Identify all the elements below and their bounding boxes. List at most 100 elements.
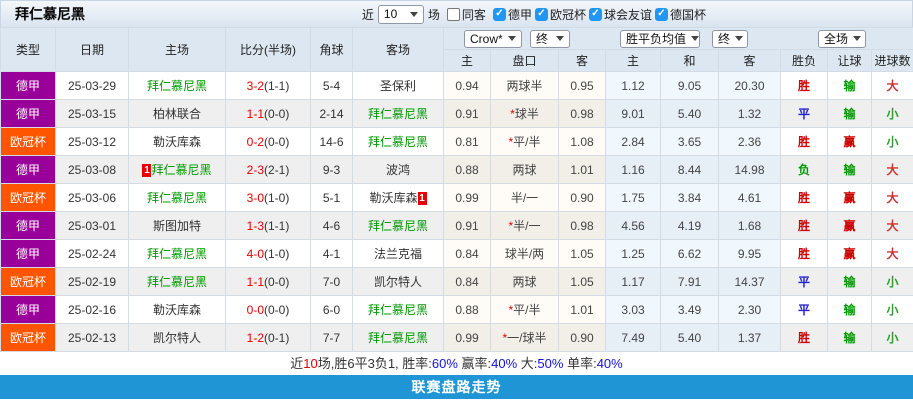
odds-away: 1.05 — [558, 267, 606, 296]
odds-home: 0.84 — [443, 267, 491, 296]
same-away-checkbox-group[interactable]: 同客 — [446, 6, 486, 23]
match-table-body: 德甲 25-03-29 拜仁慕尼黑 3-2(1-1) 5-4 圣保利 0.94 两球半 0.95… — [0, 71, 913, 352]
away-team: 拜仁慕尼黑 — [352, 127, 444, 156]
home-team: 斯图加特 — [128, 211, 226, 240]
chevron-down-icon — [508, 36, 516, 41]
recent-count-select[interactable]: 10 — [377, 4, 424, 24]
result-badge: 胜 — [780, 323, 828, 352]
col-header-score: 比分(半场) — [225, 27, 311, 72]
summary-segment: 40% — [491, 356, 518, 371]
corners: 2-14 — [310, 99, 353, 128]
subcol-goals: 进球数 — [871, 49, 913, 72]
checkbox-icon[interactable] — [446, 7, 460, 21]
match-type: 德甲 — [0, 239, 56, 268]
result-badge: 平 — [780, 295, 828, 324]
summary-segment: 10 — [303, 356, 318, 371]
goals-result: 小 — [871, 99, 913, 128]
checkbox-icon[interactable] — [492, 7, 506, 21]
col-header-type: 类型 — [0, 27, 56, 72]
odds-win: 7.49 — [605, 323, 661, 352]
summary-segment: 大: — [517, 356, 538, 371]
score: 1-1(0-0) — [225, 267, 311, 296]
odds-win: 1.17 — [605, 267, 661, 296]
odds-home: 0.88 — [443, 295, 491, 324]
odds-away: 0.95 — [558, 71, 606, 100]
odds-win: 4.56 — [605, 211, 661, 240]
bookmaker-select[interactable]: Crow* — [464, 29, 522, 48]
goals-result: 大 — [871, 71, 913, 100]
table-row: 欧冠杯 25-03-06 拜仁慕尼黑 3-0(1-0) 5-1 勒沃库森 1 0.99 半/一 0… — [0, 183, 913, 212]
odds-away: 1.05 — [558, 239, 606, 268]
table-row: 欧冠杯 25-02-13 凯尔特人 1-2(0-1) 7-7 拜仁慕尼黑 0.99 *一/球半… — [0, 323, 913, 352]
chevron-down-icon — [556, 36, 564, 41]
handicap-line: *平/半 — [490, 127, 559, 156]
odds-away: 0.98 — [558, 99, 606, 128]
filter-controls: 近 10 场 同客 德甲 欧冠杯 球会友谊 德国杯 — [362, 4, 706, 24]
col-header-corner: 角球 — [310, 27, 353, 72]
chevron-down-icon — [409, 11, 418, 17]
filter-label: 欧冠杯 — [549, 7, 586, 22]
handicap-time-select[interactable]: 终 — [530, 29, 570, 48]
average-time-select[interactable]: 终 — [712, 29, 748, 48]
goals-result: 大 — [871, 155, 913, 184]
odds-away: 0.90 — [558, 183, 606, 212]
summary-segment: 单率: — [563, 356, 597, 371]
odds-home: 0.91 — [443, 211, 491, 240]
handicap-result: 输 — [827, 323, 872, 352]
summary-segment: 50% — [537, 356, 564, 371]
match-date: 25-03-08 — [55, 155, 129, 184]
odds-home: 0.91 — [443, 99, 491, 128]
filter-checkbox-group[interactable]: 欧冠杯 — [534, 6, 586, 23]
corners: 6-0 — [310, 295, 353, 324]
filter-checkbox-group[interactable]: 球会友谊 — [588, 6, 652, 23]
match-table: 类型 日期 主场 比分(半场) 角球 客场 Crow* 终 胜平负均值 终 全场… — [0, 27, 913, 352]
handicap-line: *平/半 — [490, 295, 559, 324]
match-type: 欧冠杯 — [0, 127, 56, 156]
subcol-cover: 让球 — [827, 49, 872, 72]
summary-segment: 场,胜6平3负1, 胜率: — [317, 356, 432, 371]
table-row: 德甲 25-02-16 勒沃库森 0-0(0-0) 6-0 拜仁慕尼黑 0.88 *平/半 1.… — [0, 295, 913, 324]
away-team: 拜仁慕尼黑 — [352, 323, 444, 352]
result-badge: 胜 — [780, 127, 828, 156]
corners: 14-6 — [310, 127, 353, 156]
handicap-result: 赢 — [827, 239, 872, 268]
match-type: 德甲 — [0, 99, 56, 128]
score: 3-0(1-0) — [225, 183, 311, 212]
score: 1-3(1-1) — [225, 211, 311, 240]
goals-result: 小 — [871, 127, 913, 156]
match-type: 欧冠杯 — [0, 183, 56, 212]
odds-win: 1.16 — [605, 155, 661, 184]
page-title: 拜仁慕尼黑 — [15, 6, 85, 22]
home-team: 勒沃库森 — [128, 295, 226, 324]
home-team: 拜仁慕尼黑 — [128, 267, 226, 296]
odds-average-select[interactable]: 胜平负均值 — [620, 29, 700, 48]
red-card-badge: 1 — [417, 192, 427, 205]
match-type: 德甲 — [0, 71, 56, 100]
odds-win: 9.01 — [605, 99, 661, 128]
odds-selects-row: Crow* 终 胜平负均值 终 全场 — [443, 27, 913, 50]
filter-label: 德国杯 — [669, 7, 706, 22]
handicap-result: 输 — [827, 155, 872, 184]
checkbox-icon[interactable] — [534, 7, 548, 21]
home-team: 勒沃库森 — [128, 127, 226, 156]
handicap-line: 半/一 — [490, 183, 559, 212]
goals-result: 小 — [871, 295, 913, 324]
away-team: 勒沃库森 1 — [352, 183, 444, 212]
league-trend-bar[interactable]: 联赛盘路走势 — [0, 375, 913, 399]
score: 3-2(1-1) — [225, 71, 311, 100]
goals-result: 大 — [871, 211, 913, 240]
handicap-result: 赢 — [827, 211, 872, 240]
filter-checkbox-group[interactable]: 德甲 — [492, 6, 532, 23]
match-type: 德甲 — [0, 155, 56, 184]
odds-win: 2.84 — [605, 127, 661, 156]
handicap-line: *半/一 — [490, 211, 559, 240]
filter-checkbox-group[interactable]: 德国杯 — [654, 6, 706, 23]
odds-draw: 9.05 — [660, 71, 719, 100]
goals-result: 小 — [871, 323, 913, 352]
period-select[interactable]: 全场 — [818, 29, 866, 48]
corners: 7-0 — [310, 267, 353, 296]
checkbox-icon[interactable] — [654, 7, 668, 21]
checkbox-icon[interactable] — [588, 7, 602, 21]
corners: 7-7 — [310, 323, 353, 352]
odds-loss: 20.30 — [718, 71, 781, 100]
